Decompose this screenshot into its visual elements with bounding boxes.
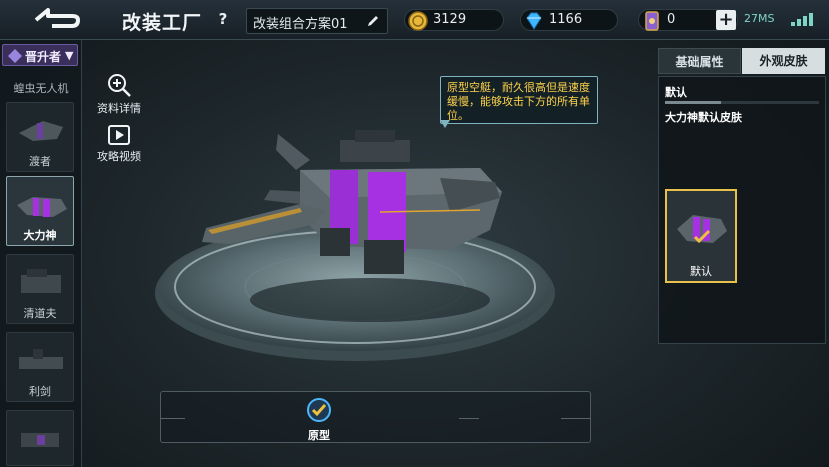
video-tool[interactable]: 攻略视频 [94, 124, 144, 164]
progress-bar-fill [665, 101, 721, 104]
category-label: 蝗虫无人机 [13, 82, 69, 95]
rank-icon [8, 49, 22, 63]
top-bar: 改装工厂 ? 改装组合方案01 3129 1166 0 + 27MS [0, 0, 829, 40]
ship-name: 利剑 [29, 385, 51, 398]
network-latency: 27MS [744, 12, 775, 25]
ship-name: 清道夫 [23, 307, 57, 320]
ship-item-5[interactable] [6, 410, 74, 466]
ship-item-1[interactable]: 渡者 [6, 102, 74, 172]
ship-thumbnail [21, 269, 61, 293]
ship-name: 大力神 [23, 229, 57, 242]
ship-description-tooltip: 原型空艇，耐久很高但是速度缓慢，能够攻击下方的所有单位。 [440, 76, 598, 124]
prototype-label: 原型 [308, 429, 330, 442]
signal-icon [791, 13, 813, 26]
add-currency-button[interactable]: + [716, 10, 736, 30]
details-label: 资料详情 [97, 102, 141, 115]
magnifier-plus-icon [108, 74, 131, 97]
prototype-check-icon[interactable] [305, 396, 333, 424]
gem-counter: 1166 [520, 9, 618, 31]
play-video-icon [108, 125, 130, 145]
pencil-icon[interactable] [365, 13, 381, 29]
gold-value: 3129 [433, 12, 467, 27]
gem-value: 1166 [549, 12, 583, 27]
skin-card-label: 默认 [690, 265, 712, 278]
card-icon [645, 11, 659, 31]
skin-card-default[interactable]: 默认 [665, 189, 737, 283]
tooltip-pointer [440, 120, 450, 128]
ship-item-4[interactable]: 利剑 [6, 332, 74, 402]
game-stage: 改装工厂 ? 改装组合方案01 3129 1166 0 + 27MS 晋升者 ▼… [0, 0, 829, 467]
gold-coin-icon [408, 11, 428, 31]
variant-selector: 原型 [160, 391, 591, 443]
video-label: 攻略视频 [97, 150, 141, 163]
details-tool[interactable]: 资料详情 [94, 72, 144, 116]
divider [561, 418, 591, 419]
ship-thumbnail [19, 349, 63, 369]
ship-thumbnail [17, 197, 67, 217]
help-button[interactable]: ? [214, 10, 232, 28]
ship-thumbnail [21, 433, 59, 447]
ship-item-2[interactable]: 大力神 [6, 176, 74, 246]
gold-counter: 3129 [404, 9, 504, 31]
divider [161, 418, 185, 419]
progress-bar-track [721, 101, 819, 104]
skin-section-title: 默认 [665, 86, 687, 99]
main-ship-model[interactable] [150, 120, 520, 290]
ship-sidebar: 晋升者 ▼ 蝗虫无人机 渡者 大力神 清道夫 利剑 [0, 40, 82, 467]
ship-thumbnail [19, 121, 63, 141]
ship-item-3[interactable]: 清道夫 [6, 254, 74, 324]
tab-basic-attributes[interactable]: 基础属性 [658, 48, 741, 74]
chevron-down-icon: ▼ [65, 49, 74, 62]
diamond-icon [526, 12, 542, 30]
right-panel-tabs: 基础属性 外观皮肤 [658, 48, 826, 74]
skin-panel: 默认 大力神默认皮肤 默认 [658, 76, 826, 344]
skin-name: 大力神默认皮肤 [665, 111, 742, 124]
back-button[interactable] [28, 6, 84, 34]
plan-name-text: 改装组合方案01 [253, 17, 348, 32]
back-arrow-icon [34, 8, 80, 28]
role-label: 晋升者 [25, 50, 62, 64]
divider [459, 418, 479, 419]
tab-appearance-skin[interactable]: 外观皮肤 [742, 48, 825, 74]
skin-thumbnail [677, 215, 727, 244]
role-dropdown[interactable]: 晋升者 ▼ [2, 44, 78, 66]
card-value: 0 [667, 12, 676, 27]
page-title: 改装工厂 [122, 12, 203, 34]
plan-name-field[interactable]: 改装组合方案01 [246, 8, 388, 34]
ship-name: 渡者 [29, 155, 51, 168]
